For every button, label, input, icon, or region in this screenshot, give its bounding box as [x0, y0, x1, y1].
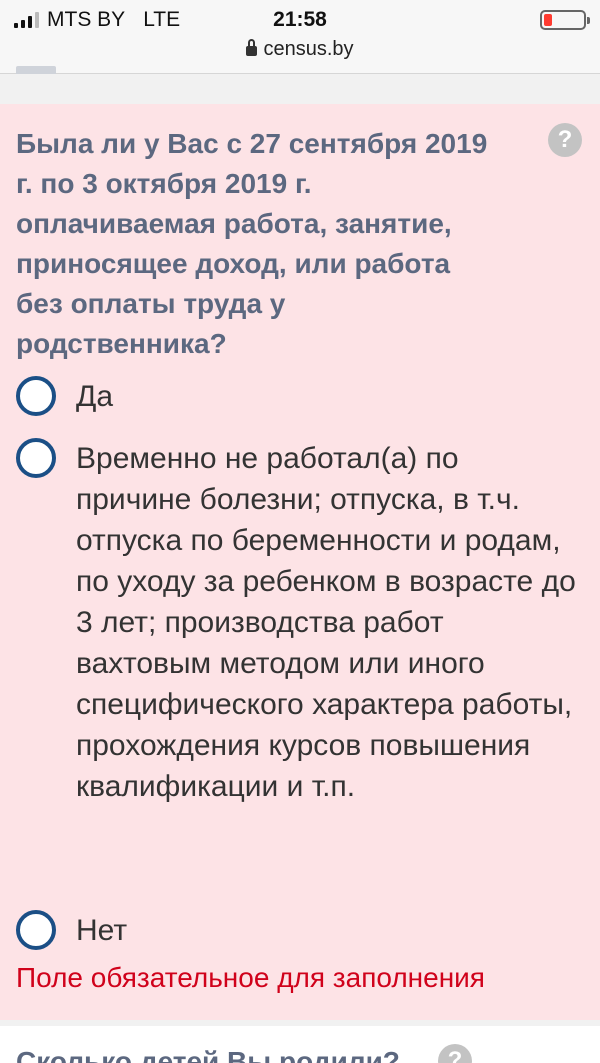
option-label: Нет	[76, 914, 128, 947]
help-icon[interactable]: ?	[548, 123, 582, 157]
question-title: Была ли у Вас с 27 сентября 2019 г. по 3…	[16, 128, 488, 359]
battery-icon	[540, 10, 590, 30]
help-icon[interactable]: ?	[438, 1044, 472, 1063]
address-bar[interactable]: census.by	[0, 38, 600, 61]
required-error-message: Поле обязательное для заполнения	[16, 962, 485, 993]
url-text: census.by	[263, 38, 354, 60]
previous-field-edge	[16, 66, 56, 74]
radio-button[interactable]	[16, 438, 56, 478]
option-label: Временно не работал(а) по причине болезн…	[76, 442, 576, 803]
next-question-title: Сколько детей Вы родили?	[16, 1046, 400, 1063]
question-card: Была ли у Вас с 27 сентября 2019 г. по 3…	[0, 104, 600, 1020]
option-label: Да	[76, 380, 114, 413]
radio-button[interactable]	[16, 376, 56, 416]
lock-icon	[246, 39, 258, 56]
radio-button[interactable]	[16, 910, 56, 950]
next-question-card: Сколько детей Вы родили? ?	[0, 1026, 600, 1063]
option-yes[interactable]: Да	[16, 376, 586, 417]
battery-fill	[544, 14, 552, 26]
status-bar: MTS BY LTE 21:58 census.by	[0, 0, 600, 74]
option-temporarily-not-working[interactable]: Временно не работал(а) по причине болезн…	[16, 438, 586, 807]
option-no[interactable]: Нет	[16, 910, 586, 951]
status-time: 21:58	[273, 8, 327, 31]
